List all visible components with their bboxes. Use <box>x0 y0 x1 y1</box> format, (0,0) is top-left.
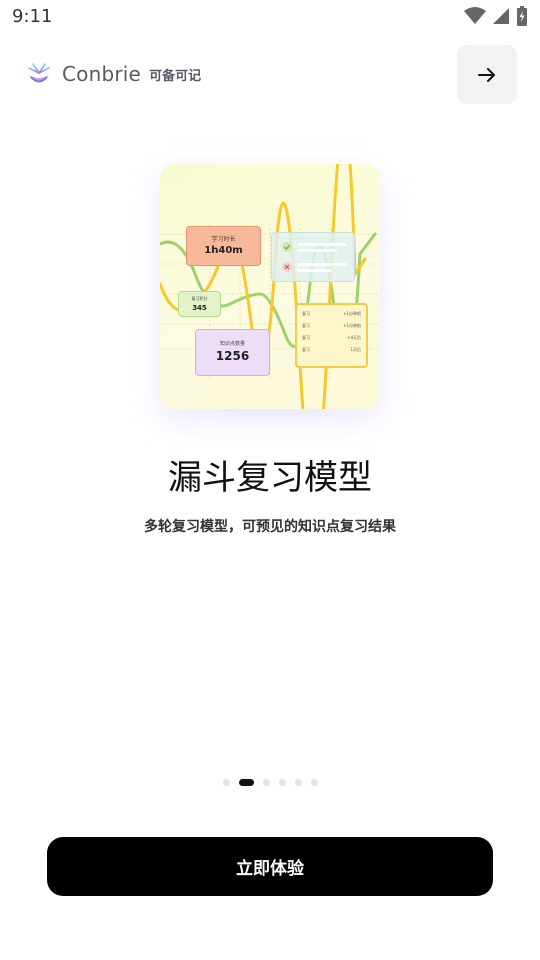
status-time: 9:11 <box>12 6 53 27</box>
onboarding-title: 漏斗复习模型 <box>168 458 372 498</box>
brand-name-cn: 可备可记 <box>149 68 202 84</box>
brand-name: Conbrie <box>62 62 142 86</box>
page-dot[interactable] <box>222 779 230 786</box>
schedule-row: 复习 +4天后 <box>302 335 361 340</box>
status-icons <box>464 6 528 26</box>
page-dot[interactable] <box>310 779 318 786</box>
status-bar: 9:11 <box>0 0 540 34</box>
illustration-graph <box>160 164 380 409</box>
knowledge-count-card: 知识点数量 1256 <box>195 329 270 376</box>
study-time-card: 学习时长 1h40m <box>186 226 261 266</box>
study-time-label: 学习时长 <box>211 236 236 243</box>
page-indicator <box>0 779 540 786</box>
brand-header: Conbrie 可备可记 <box>24 58 201 90</box>
schedule-row: 复习 +1分钟前 <box>302 323 361 328</box>
knowledge-count-label: 知识点数量 <box>219 341 245 347</box>
score-card: 复习积分 345 <box>178 291 221 317</box>
skip-button[interactable] <box>457 45 517 104</box>
score-value: 345 <box>192 304 207 312</box>
page-dot-active[interactable] <box>238 779 254 786</box>
wifi-icon <box>464 7 486 24</box>
schedule-row: 复习 1天后 <box>302 347 361 352</box>
checklist-graphic <box>282 242 347 272</box>
brand-logo-icon <box>26 61 52 83</box>
funnel-model-illustration: 学习时长 1h40m 复习积分 345 知识点数量 1256 复习 +1分钟前 … <box>160 164 380 409</box>
score-label: 复习积分 <box>191 296 208 301</box>
battery-icon <box>517 6 527 26</box>
page-dot[interactable] <box>262 779 270 786</box>
arrow-right-icon <box>478 67 495 82</box>
review-checklist-card <box>271 232 355 282</box>
schedule-row: 复习 +1分钟前 <box>302 311 361 316</box>
review-schedule-card: 复习 +1分钟前 复习 +1分钟前 复习 +4天后 复习 1天后 <box>295 303 368 368</box>
cellular-signal-icon <box>493 8 509 24</box>
start-experience-button[interactable]: 立即体验 <box>47 837 493 896</box>
study-time-value: 1h40m <box>204 245 243 256</box>
onboarding-subtitle: 多轮复习模型，可预见的知识点复习结果 <box>144 519 396 535</box>
knowledge-count-value: 1256 <box>215 349 250 363</box>
page-dot[interactable] <box>278 779 286 786</box>
page-dot[interactable] <box>294 779 302 786</box>
